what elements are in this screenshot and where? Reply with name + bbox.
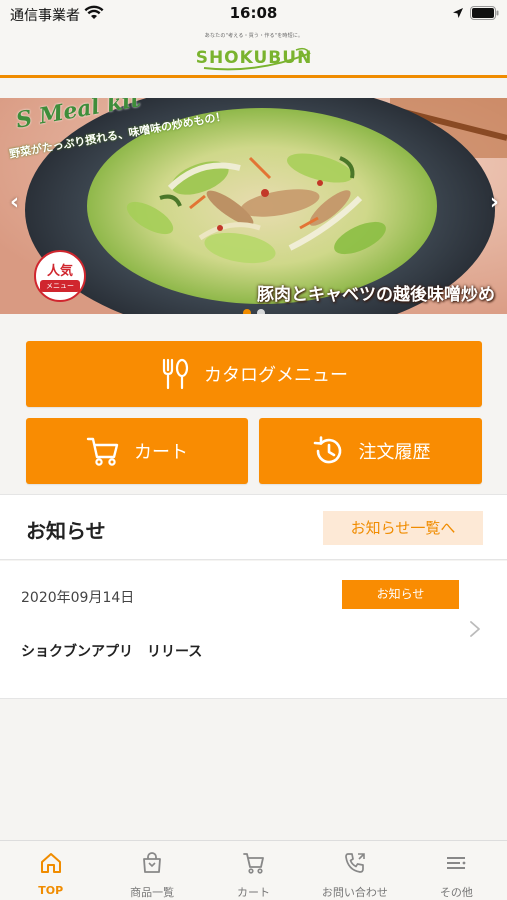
cart-label: カート	[134, 442, 188, 463]
popular-menu-badge: 人気 メニュー	[34, 250, 86, 302]
chevron-right-icon	[470, 621, 480, 637]
logo-tagline: あなたの"考える・買う・作る"を時短に。	[204, 33, 304, 39]
utensils-icon	[162, 358, 189, 390]
tab-other-label: その他	[439, 886, 473, 899]
home-icon	[40, 853, 61, 873]
carousel-next-button[interactable]: ›	[490, 190, 499, 215]
notices-title: お知らせ	[26, 519, 106, 543]
menu-icon	[447, 857, 466, 869]
notice-category-badge: お知らせ	[342, 580, 459, 609]
carousel-dot[interactable]	[242, 309, 251, 314]
notice-list-item[interactable]: 2020年09月14日 お知らせ ショクブンアプリ リリース	[0, 561, 507, 699]
logo-text: SHOKUBUN	[195, 48, 313, 68]
bag-icon	[143, 852, 162, 873]
tab-cart-label: カート	[237, 886, 271, 899]
notice-text: ショクブンアプリ リリース	[21, 644, 203, 660]
tab-other[interactable]: その他	[406, 841, 507, 900]
tab-products-label: 商品一覧	[130, 886, 175, 899]
tab-contact[interactable]: お問い合わせ	[304, 841, 405, 900]
popular-badge-bottom: メニュー	[40, 280, 80, 292]
phone-icon	[345, 853, 365, 873]
notices-header: お知らせ お知らせ一覧へ	[0, 494, 507, 560]
cart-icon	[242, 853, 264, 874]
tab-contact-label: お問い合わせ	[321, 886, 388, 899]
battery-icon	[470, 6, 499, 20]
status-time: 16:08	[229, 4, 278, 22]
status-bar: 通信事業者 16:08	[0, 0, 507, 28]
popular-badge-top: 人気	[46, 264, 73, 279]
tab-top-label: TOP	[38, 884, 64, 897]
shokubun-logo[interactable]: あなたの"考える・買う・作る"を時短に。 SHOKUBUN	[186, 30, 322, 74]
banner-carousel[interactable]: S Meal kit 野菜がたっぷり摂れる、味噌味の炒めもの！ 人気 メニュー …	[0, 98, 507, 314]
cart-button[interactable]: カート	[26, 418, 248, 484]
cart-icon	[86, 437, 119, 466]
location-arrow-icon	[453, 8, 463, 18]
history-icon	[313, 436, 341, 464]
catalog-menu-label: カタログメニュー	[204, 365, 348, 386]
tab-products[interactable]: 商品一覧	[101, 841, 202, 900]
catalog-menu-button[interactable]: カタログメニュー	[26, 341, 482, 407]
tab-top[interactable]: TOP	[0, 841, 101, 900]
app-header: あなたの"考える・買う・作る"を時短に。 SHOKUBUN	[0, 28, 507, 78]
carousel-prev-button[interactable]: ‹	[10, 190, 19, 215]
carousel-dot[interactable]	[256, 309, 265, 314]
notice-date: 2020年09月14日	[21, 590, 135, 606]
carousel-dots	[0, 302, 507, 314]
notices-view-all-button[interactable]: お知らせ一覧へ	[323, 511, 483, 545]
bottom-tab-bar: TOP 商品一覧 カート お問い合わせ その他	[0, 840, 507, 900]
order-history-label: 注文履歴	[358, 442, 431, 463]
order-history-button[interactable]: 注文履歴	[259, 418, 482, 484]
tab-cart[interactable]: カート	[203, 841, 304, 900]
